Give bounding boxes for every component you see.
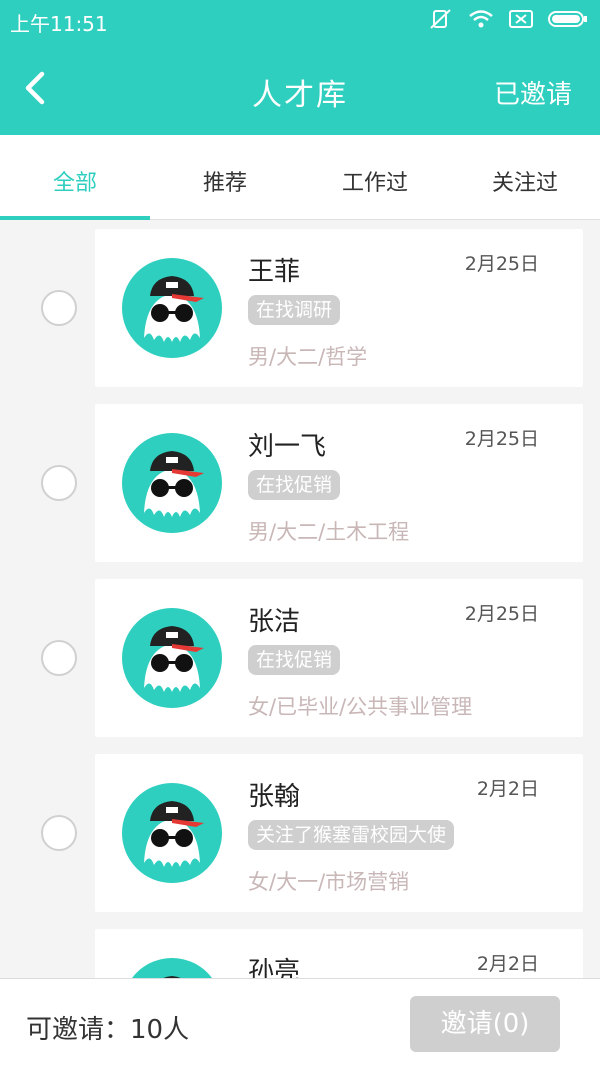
- select-radio[interactable]: [41, 815, 77, 851]
- select-radio[interactable]: [41, 640, 77, 676]
- invite-button[interactable]: 邀请(0): [410, 996, 560, 1052]
- candidate-card[interactable]: 孙亮 2月2日: [95, 929, 583, 978]
- status-badge: 关注了猴塞雷校园大使: [248, 820, 455, 850]
- invite-quota: 可邀请：10人: [26, 1015, 190, 1045]
- select-radio[interactable]: [41, 465, 77, 501]
- candidate-info: 女/大一/市场营销: [248, 870, 410, 894]
- candidate-date: 2月2日: [476, 953, 539, 975]
- bottom-bar: 可邀请：10人 邀请(0): [0, 978, 600, 1067]
- candidate-name: 孙亮: [248, 957, 301, 978]
- status-time: 上午11:51: [10, 12, 108, 36]
- list-item[interactable]: 孙亮 2月2日: [0, 929, 600, 978]
- battery-icon: [548, 11, 587, 27]
- avatar: [122, 783, 222, 883]
- status-icons: [428, 8, 588, 30]
- invited-button[interactable]: 已邀请: [494, 74, 572, 111]
- tab-bar: 全部 推荐 工作过 关注过: [0, 135, 600, 220]
- app-header: 人才库 已邀请: [0, 40, 600, 135]
- candidate-name: 张翰: [248, 782, 301, 812]
- status-bar: 上午11:51: [0, 0, 600, 40]
- candidate-card[interactable]: 王菲 2月25日 在找调研 男/大二/哲学: [95, 229, 583, 387]
- list-item[interactable]: 王菲 2月25日 在找调研 男/大二/哲学: [0, 229, 600, 389]
- candidate-date: 2月2日: [476, 778, 539, 800]
- wifi-icon: [469, 10, 493, 28]
- tab-worked-with[interactable]: 工作过: [300, 135, 450, 219]
- tab-followed[interactable]: 关注过: [450, 135, 600, 219]
- candidate-name: 王菲: [248, 257, 301, 287]
- candidate-name: 张洁: [248, 607, 301, 637]
- mute-icon: [430, 9, 451, 29]
- candidate-card[interactable]: 张洁 2月25日 在找促销 女/已毕业/公共事业管理: [95, 579, 583, 737]
- avatar: [122, 608, 222, 708]
- candidate-info: 男/大二/哲学: [248, 345, 368, 369]
- candidate-date: 2月25日: [464, 428, 539, 450]
- tab-all[interactable]: 全部: [0, 135, 150, 220]
- select-radio[interactable]: [41, 290, 77, 326]
- candidate-date: 2月25日: [464, 253, 539, 275]
- tab-recommended[interactable]: 推荐: [150, 135, 300, 219]
- candidate-card[interactable]: 张翰 2月2日 关注了猴塞雷校园大使 女/大一/市场营销: [95, 754, 583, 912]
- sim-icon: [509, 10, 533, 28]
- list-item[interactable]: 张洁 2月25日 在找促销 女/已毕业/公共事业管理: [0, 579, 600, 739]
- candidate-list[interactable]: 王菲 2月25日 在找调研 男/大二/哲学 刘一飞 2月25日 在找促销 男/大…: [0, 220, 600, 978]
- avatar: [132, 958, 212, 978]
- candidate-info: 男/大二/土木工程: [248, 520, 410, 544]
- avatar: [122, 258, 222, 358]
- list-item[interactable]: 刘一飞 2月25日 在找促销 男/大二/土木工程: [0, 404, 600, 564]
- status-badge: 在找促销: [248, 470, 341, 500]
- candidate-date: 2月25日: [464, 603, 539, 625]
- list-item[interactable]: 张翰 2月2日 关注了猴塞雷校园大使 女/大一/市场营销: [0, 754, 600, 914]
- candidate-card[interactable]: 刘一飞 2月25日 在找促销 男/大二/土木工程: [95, 404, 583, 562]
- candidate-info: 女/已毕业/公共事业管理: [248, 695, 473, 719]
- avatar: [122, 433, 222, 533]
- candidate-name: 刘一飞: [248, 432, 327, 462]
- status-badge: 在找促销: [248, 645, 341, 675]
- status-badge: 在找调研: [248, 295, 341, 325]
